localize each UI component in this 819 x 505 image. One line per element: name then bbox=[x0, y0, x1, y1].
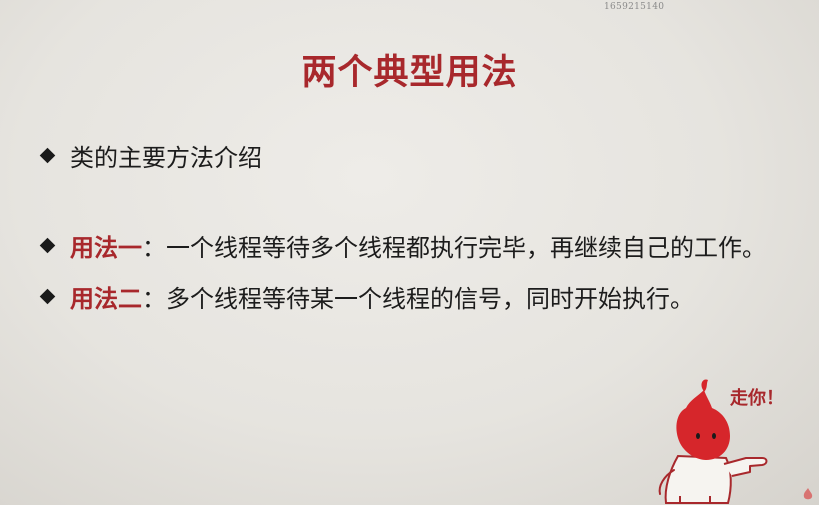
bullet-item: 用法二 ：多个线程等待某一个线程的信号，同时开始执行。 bbox=[40, 279, 694, 314]
flame-icon bbox=[803, 488, 813, 500]
slide: 1659215140 两个典型用法 类的主要方法介绍 用法一 ：一个线程等待多个… bbox=[0, 0, 819, 505]
diamond-bullet-icon bbox=[40, 238, 56, 254]
mascot-speech: 走你！ bbox=[730, 387, 784, 409]
bullet-label: 用法二 bbox=[70, 285, 142, 313]
diamond-bullet-icon bbox=[40, 148, 56, 164]
bullet-item: 类的主要方法介绍 bbox=[40, 138, 262, 173]
bullet-item: 用法一 ：一个线程等待多个线程都执行完毕，再继续自己的工作。 bbox=[40, 228, 766, 263]
mascot-icon: 走你！ bbox=[658, 379, 784, 504]
bullet-text: ：多个线程等待某一个线程的信号，同时开始执行。 bbox=[142, 285, 694, 313]
watermark-number: 1659215140 bbox=[604, 2, 665, 12]
diamond-bullet-icon bbox=[40, 289, 56, 305]
slide-title: 两个典型用法 bbox=[301, 53, 518, 93]
bullet-text: ：一个线程等待多个线程都执行完毕，再继续自己的工作。 bbox=[142, 234, 766, 262]
bullet-text: 类的主要方法介绍 bbox=[70, 144, 262, 172]
bullet-label: 用法一 bbox=[70, 234, 142, 262]
